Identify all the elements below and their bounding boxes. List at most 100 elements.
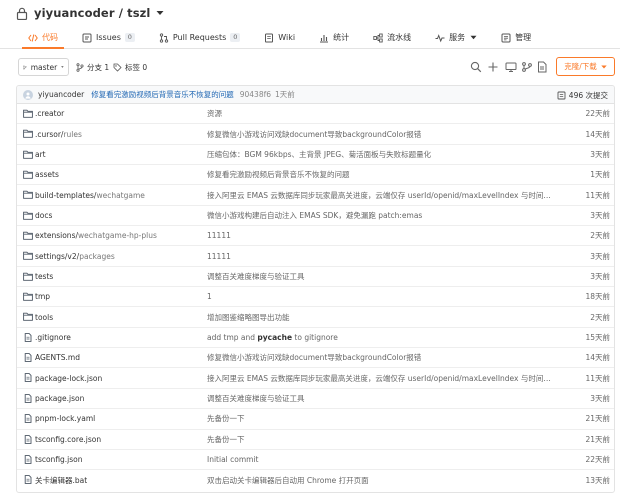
file-name: 关卡编辑器.bat bbox=[35, 475, 88, 485]
stats-icon bbox=[320, 34, 329, 43]
avatar[interactable] bbox=[23, 89, 33, 100]
commit-message[interactable]: 接入阿里云 EMAS 云数据库同步玩家最高关进度，云端仅存 userId/ope… bbox=[207, 373, 553, 384]
file-row[interactable]: .gitignore add tmp and pycache to gitigno… bbox=[17, 328, 614, 349]
commit-count-link[interactable]: 496 次提交 bbox=[557, 90, 608, 101]
folder-row[interactable]: build-templates/wechatgame 接入阿里云 EMAS 云数据… bbox=[17, 185, 614, 206]
file-name-link[interactable]: package-lock.json bbox=[35, 374, 102, 383]
file-name-link[interactable]: tsconfig.core.json bbox=[35, 435, 101, 444]
file-name-link[interactable]: extensions/wechatgame-hp-plus bbox=[35, 231, 157, 240]
chevron-down-icon bbox=[61, 66, 64, 68]
clone-download-button[interactable]: 克隆/下载 bbox=[556, 57, 615, 76]
repo-menu-chevron-down-icon[interactable] bbox=[156, 10, 164, 16]
pipeline-icon bbox=[373, 33, 383, 42]
web-ide-icon[interactable] bbox=[505, 61, 517, 73]
tab-services[interactable]: 服务 bbox=[423, 27, 489, 48]
file-name-link[interactable]: 关卡编辑器.bat bbox=[35, 475, 87, 486]
commit-time: 1天前 bbox=[590, 170, 610, 180]
folder-row[interactable]: tools 增加图鉴缩略图导出功能 2天前 bbox=[17, 307, 614, 328]
search-icon[interactable] bbox=[470, 61, 482, 73]
document-icon[interactable] bbox=[536, 61, 548, 73]
file-name-link[interactable]: .gitignore bbox=[35, 333, 71, 342]
file-name-link[interactable]: pnpm-lock.yaml bbox=[35, 414, 95, 423]
tab-settings[interactable]: 管理 bbox=[489, 27, 543, 48]
commit-message[interactable]: 资源 bbox=[207, 108, 553, 119]
repo-title[interactable]: yiyuancoder / tszl bbox=[34, 6, 150, 20]
commit-sha[interactable]: 90438f6 bbox=[240, 90, 271, 99]
folder-row[interactable]: extensions/wechatgame-hp-plus 11111 2天前 bbox=[17, 226, 614, 247]
commit-message[interactable]: 11111 bbox=[207, 231, 553, 240]
file-name-link[interactable]: docs bbox=[35, 211, 52, 220]
file-name-link[interactable]: art bbox=[35, 150, 46, 159]
commit-message[interactable]: 增加图鉴缩略图导出功能 bbox=[207, 312, 553, 323]
folder-row[interactable]: tmp 1 18天前 bbox=[17, 287, 614, 308]
file-row[interactable]: 关卡编辑器.bat 双击启动关卡编辑器后自动用 Chrome 打开页面 13天前 bbox=[17, 470, 614, 490]
tab-pull-requests[interactable]: Pull Requests 0 bbox=[147, 27, 252, 48]
commit-message-link[interactable]: 修复看完激励视频后背景音乐不恢复的问题 bbox=[91, 89, 234, 100]
folder-row[interactable]: settings/v2/packages 11111 3天前 bbox=[17, 246, 614, 267]
commit-message[interactable]: 压缩包体：BGM 96kbps、主背景 JPEG、菊活面板与失败标题量化 bbox=[207, 149, 553, 160]
file-row[interactable]: package.json 调整百关难度梯度与验证工具 3天前 bbox=[17, 389, 614, 410]
commit-message-part: add tmp and bbox=[207, 332, 258, 342]
commit-time: 11天前 bbox=[585, 373, 610, 383]
commit-message[interactable]: 先备份一下 bbox=[207, 413, 553, 424]
file-name-link[interactable]: tmp bbox=[35, 292, 50, 301]
file-name-link[interactable]: build-templates/wechatgame bbox=[35, 191, 145, 200]
chevron-down-icon bbox=[601, 65, 607, 68]
file-name-link[interactable]: tsconfig.json bbox=[35, 455, 83, 464]
commit-author[interactable]: yiyuancoder bbox=[38, 90, 84, 99]
file-name-link[interactable]: .cursor/rules bbox=[35, 130, 82, 139]
lock-icon bbox=[16, 7, 28, 20]
folder-row[interactable]: .cursor/rules 修复微信小游戏访问戏缺document导致backgr… bbox=[17, 124, 614, 145]
wiki-icon bbox=[265, 33, 274, 42]
commit-message[interactable]: 双击启动关卡编辑器后自动用 Chrome 打开页面 bbox=[207, 475, 553, 486]
tab-issues[interactable]: Issues 0 bbox=[70, 27, 147, 48]
commit-message-part: to gitignore bbox=[292, 332, 338, 342]
file-name-link[interactable]: tests bbox=[35, 272, 53, 281]
file-name-link[interactable]: settings/v2/packages bbox=[35, 252, 115, 261]
commit-message[interactable]: 调整百关难度梯度与验证工具 bbox=[207, 393, 553, 404]
file-name-link[interactable]: assets bbox=[35, 170, 59, 179]
commit-message-bold: pycache bbox=[257, 332, 293, 342]
commit-message[interactable]: add tmp and pycache to gitignore bbox=[207, 333, 553, 342]
commit-message[interactable]: 11111 bbox=[207, 252, 553, 261]
file-name: package.json bbox=[35, 393, 85, 403]
tab-code[interactable]: 代码 bbox=[16, 27, 70, 49]
tab-pipeline[interactable]: 流水线 bbox=[361, 27, 423, 48]
folder-row[interactable]: assets 修复看完激励视频后背景音乐不恢复的问题 1天前 bbox=[17, 165, 614, 186]
commit-message[interactable]: 1 bbox=[207, 292, 553, 301]
file-row[interactable]: AGENTS.md 修复微信小游戏访问戏缺document导致background… bbox=[17, 348, 614, 369]
branch-compare-icon[interactable] bbox=[521, 61, 533, 73]
commit-message[interactable]: 修复微信小游戏访问戏缺document导致backgroundColor报错 bbox=[207, 129, 553, 140]
add-icon[interactable] bbox=[487, 61, 499, 73]
commit-message[interactable]: 先备份一下 bbox=[207, 434, 553, 445]
folder-row[interactable]: docs 微信小游戏构建后自动注入 EMAS SDK，避免漏跑 patch:ema… bbox=[17, 206, 614, 227]
folder-row[interactable]: art 压缩包体：BGM 96kbps、主背景 JPEG、菊活面板与失败标题量化 3… bbox=[17, 145, 614, 166]
file-icon bbox=[24, 353, 32, 362]
file-row[interactable]: package-lock.json 接入阿里云 EMAS 云数据库同步玩家最高关进… bbox=[17, 368, 614, 389]
commit-message[interactable]: 修复微信小游戏访问戏缺document导致backgroundColor报错 bbox=[207, 352, 553, 363]
commit-message[interactable]: Initial commit bbox=[207, 455, 553, 464]
commit-time: 18天前 bbox=[585, 292, 610, 302]
commit-message[interactable]: 微信小游戏构建后自动注入 EMAS SDK，避免漏跑 patch:emas bbox=[207, 210, 553, 221]
tab-stats[interactable]: 统计 bbox=[307, 27, 361, 48]
tab-wiki[interactable]: Wiki bbox=[252, 27, 307, 48]
tags-link[interactable]: 标签 0 bbox=[113, 62, 147, 73]
file-row[interactable]: tsconfig.core.json 先备份一下 21天前 bbox=[17, 430, 614, 450]
file-row[interactable]: tsconfig.json Initial commit 22天前 bbox=[17, 450, 614, 471]
file-name-link[interactable]: AGENTS.md bbox=[35, 353, 80, 362]
folder-row[interactable]: .creator 资源 22天前 bbox=[17, 104, 614, 125]
file-name-link[interactable]: .creator bbox=[35, 109, 64, 118]
folder-row[interactable]: tests 调整百关难度梯度与验证工具 3天前 bbox=[17, 267, 614, 288]
file-row[interactable]: pnpm-lock.yaml 先备份一下 21天前 bbox=[17, 409, 614, 430]
branch-selector[interactable]: master bbox=[18, 58, 69, 76]
file-name: tsconfig.core.json bbox=[35, 434, 102, 444]
folder-icon bbox=[23, 150, 33, 159]
file-name-link[interactable]: package.json bbox=[35, 394, 84, 403]
folder-icon bbox=[23, 272, 33, 281]
branches-link[interactable]: 分支 1 bbox=[76, 62, 109, 73]
file-icon bbox=[24, 454, 32, 464]
file-name-link[interactable]: tools bbox=[35, 313, 53, 322]
commit-message[interactable]: 调整百关难度梯度与验证工具 bbox=[207, 271, 553, 282]
commit-message[interactable]: 接入阿里云 EMAS 云数据库同步玩家最高关进度，云端仅存 userId/ope… bbox=[207, 190, 553, 201]
commit-message[interactable]: 修复看完激励视频后背景音乐不恢复的问题 bbox=[207, 169, 553, 180]
